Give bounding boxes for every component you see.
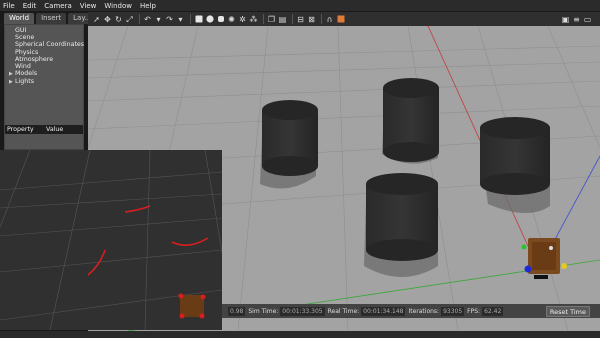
tree-item-lights[interactable]: ▶ Lights bbox=[5, 78, 83, 86]
toolbar-divider bbox=[139, 14, 140, 24]
tree-item-models[interactable]: ▶ Models bbox=[5, 70, 83, 78]
align-icon[interactable]: ⊟ bbox=[296, 15, 305, 24]
record-video-icon[interactable]: ▭ bbox=[583, 15, 592, 24]
cylinder-shape-icon[interactable] bbox=[216, 15, 225, 24]
menu-edit[interactable]: Edit bbox=[23, 2, 37, 10]
snap-icon[interactable]: ⊠ bbox=[307, 15, 316, 24]
toolbar-divider bbox=[190, 14, 191, 24]
value-column-header: Value bbox=[46, 126, 64, 133]
cylinder-1 bbox=[262, 100, 318, 176]
toolbar-divider bbox=[292, 14, 293, 24]
property-table-header: Property Value bbox=[5, 125, 83, 134]
paste-icon[interactable]: ▤ bbox=[278, 15, 287, 24]
sensor-render bbox=[0, 150, 222, 330]
iterations-value: 93305 bbox=[441, 306, 465, 316]
screenshot-camera-icon[interactable]: ▣ bbox=[561, 15, 570, 24]
spot-light-icon[interactable]: ✲ bbox=[238, 15, 247, 24]
redo-dropdown-icon[interactable]: ▾ bbox=[176, 15, 185, 24]
tree-item-spherical-coordinates[interactable]: Spherical Coordinates bbox=[5, 41, 84, 48]
toolbar: ➚ ✥ ↻ ⤢ ↶ ▾ ↷ ▾ ✺ ✲ ⁂ ❐ ▤ ⊟ ⊠ ∩ ▣ ≡ ▭ bbox=[88, 12, 600, 26]
robot-model[interactable] bbox=[521, 238, 568, 279]
iterations-label: Iterations: bbox=[408, 307, 440, 315]
reset-time-button[interactable]: Reset Time bbox=[545, 305, 590, 317]
tree-item-gui[interactable]: GUI bbox=[5, 27, 83, 34]
tree-item-atmosphere[interactable]: Atmosphere bbox=[5, 56, 83, 63]
real-time-factor-value: 0.98 bbox=[228, 306, 246, 316]
tree-item-models-label: Models bbox=[15, 70, 38, 78]
tab-insert[interactable]: Insert bbox=[36, 13, 67, 24]
toolbar-divider bbox=[263, 14, 264, 24]
menu-window[interactable]: Window bbox=[104, 2, 132, 10]
sphere-shape-icon[interactable] bbox=[205, 15, 214, 24]
tree-item-wind[interactable]: Wind bbox=[5, 63, 83, 70]
bottom-strip bbox=[0, 331, 600, 338]
world-tree: GUI Scene Spherical Coordinates Physics … bbox=[5, 25, 84, 87]
tree-item-physics[interactable]: Physics bbox=[5, 49, 83, 56]
tree-item-scene[interactable]: Scene bbox=[5, 34, 83, 41]
real-time-label: Real Time: bbox=[327, 307, 360, 315]
status-bar: 0.98 Sim Time: 00:01:33.305 Real Time: 0… bbox=[222, 304, 600, 318]
box-shape-icon[interactable] bbox=[194, 15, 203, 24]
tab-world[interactable]: World bbox=[4, 13, 35, 24]
toolbar-divider bbox=[321, 14, 322, 24]
menu-help[interactable]: Help bbox=[140, 2, 156, 10]
sim-time-label: Sim Time: bbox=[248, 307, 279, 315]
view-angle-icon[interactable] bbox=[336, 15, 345, 24]
cylinder-3 bbox=[366, 173, 438, 261]
sensor-robot bbox=[178, 293, 206, 319]
undo-icon[interactable]: ↶ bbox=[143, 15, 152, 24]
scale-icon[interactable]: ⤢ bbox=[125, 15, 134, 24]
rotate-icon[interactable]: ↻ bbox=[114, 15, 123, 24]
fps-label: FPS: bbox=[467, 307, 481, 315]
menu-camera[interactable]: Camera bbox=[44, 2, 71, 10]
cylinder-obstacles bbox=[262, 78, 550, 261]
select-arrow-icon[interactable]: ➚ bbox=[92, 15, 101, 24]
menu-view[interactable]: View bbox=[80, 2, 97, 10]
real-time-value: 00:01:34.148 bbox=[361, 306, 406, 316]
point-light-icon[interactable]: ✺ bbox=[227, 15, 236, 24]
log-icon[interactable]: ≡ bbox=[572, 15, 581, 24]
redo-icon[interactable]: ↷ bbox=[165, 15, 174, 24]
undo-dropdown-icon[interactable]: ▾ bbox=[154, 15, 163, 24]
left-panel-tabs: World Insert Lay... bbox=[4, 13, 97, 24]
sensor-camera-view[interactable] bbox=[0, 150, 222, 330]
menu-bar: File Edit Camera View Window Help bbox=[0, 0, 600, 11]
property-column-header: Property bbox=[7, 126, 34, 133]
directional-light-icon[interactable]: ⁂ bbox=[249, 15, 258, 24]
menu-file[interactable]: File bbox=[3, 2, 15, 10]
cylinder-4 bbox=[480, 117, 550, 195]
sim-time-value: 00:01:33.305 bbox=[280, 306, 325, 316]
fps-value: 62.42 bbox=[482, 306, 504, 316]
joint-icon[interactable]: ∩ bbox=[325, 15, 334, 24]
copy-icon[interactable]: ❐ bbox=[267, 15, 276, 24]
translate-icon[interactable]: ✥ bbox=[103, 15, 112, 24]
cylinder-2 bbox=[383, 78, 439, 162]
tree-item-lights-label: Lights bbox=[15, 78, 34, 86]
world-panel: GUI Scene Spherical Coordinates Physics … bbox=[4, 24, 84, 150]
